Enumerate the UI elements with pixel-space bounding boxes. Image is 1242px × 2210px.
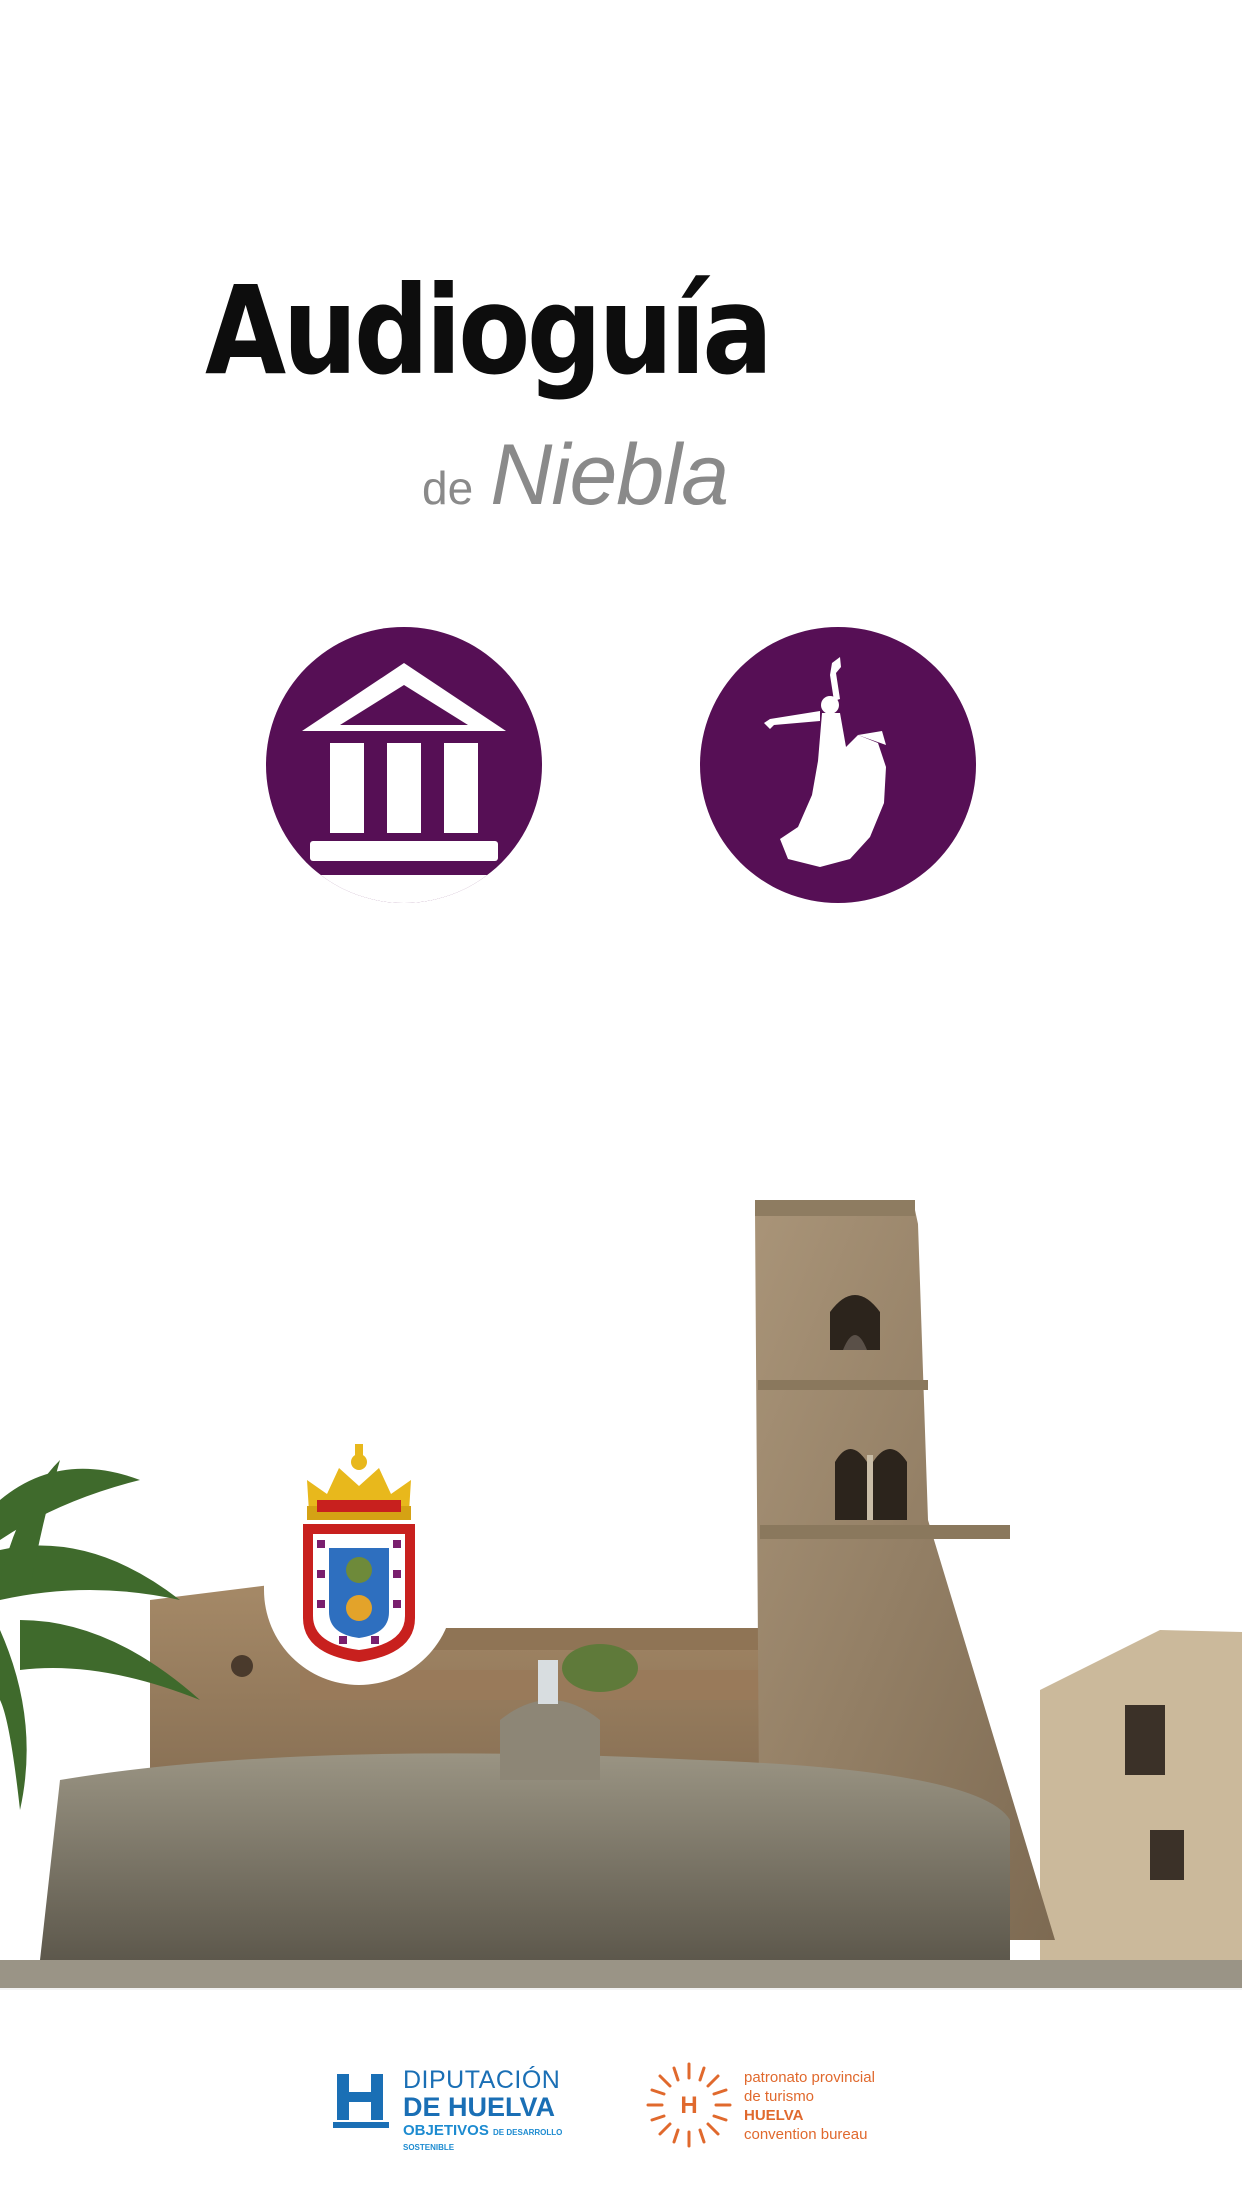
subtitle-place: Niebla <box>490 427 729 523</box>
patronato-line2: de turismo <box>744 2088 815 2105</box>
patronato-letter: H <box>680 2092 697 2119</box>
patronato-turismo-logo[interactable]: H patronato provincial de turismo HUELVA… <box>644 2060 904 2150</box>
classical-building-icon <box>266 663 542 903</box>
diputacion-line2-prefix: DE <box>403 2092 441 2122</box>
diputacion-huelva-logo[interactable]: DIPUTACIÓN DE HUELVA OBJETIVOS DE DESARR… <box>333 2066 563 2152</box>
sunburst-h-icon: H <box>646 2062 732 2148</box>
diputacion-line3: OBJETIVOS <box>403 2122 489 2139</box>
patronato-line3: HUELVA <box>744 2107 804 2124</box>
monuments-button[interactable] <box>266 627 542 903</box>
patronato-line1: patronato provincial <box>744 2069 875 2086</box>
diputacion-line1: DIPUTACIÓN <box>403 2066 561 2094</box>
diputacion-line2-name: HUELVA <box>448 2092 556 2122</box>
subtitle-prefix: de <box>422 462 474 514</box>
coat-of-arms-icon <box>303 1444 415 1662</box>
app-subtitle: de Niebla <box>422 432 729 518</box>
footer-sponsors <box>0 1988 1242 2210</box>
culture-button[interactable] <box>700 627 976 903</box>
flamenco-dancer-icon <box>764 657 886 867</box>
church-scene-image <box>0 1200 1242 1988</box>
diputacion-h-icon <box>333 2074 389 2128</box>
app-title: Audioguía <box>205 260 773 402</box>
coat-of-arms-badge <box>264 1440 454 1685</box>
patronato-line4: convention bureau <box>744 2126 868 2143</box>
